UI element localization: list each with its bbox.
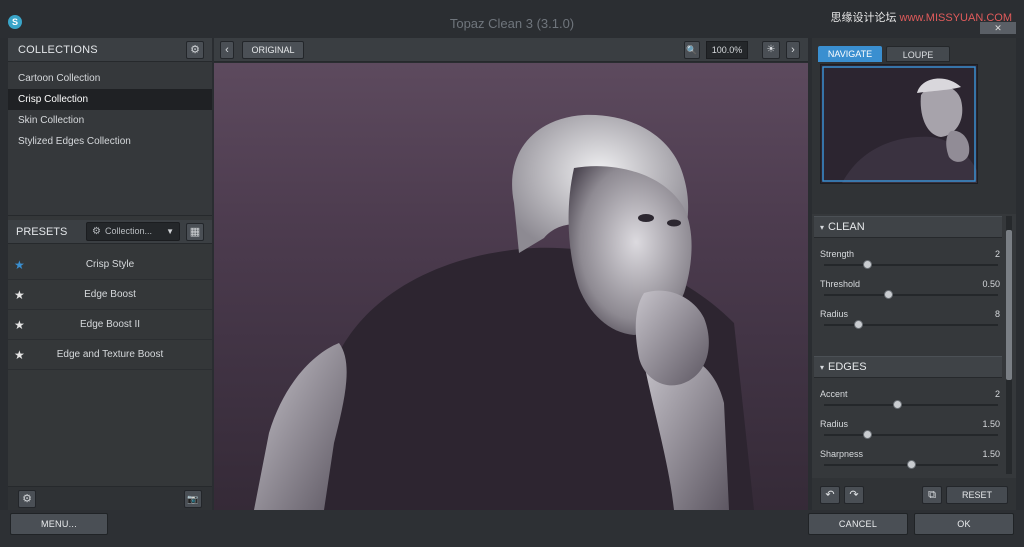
gear-icon: ⚙ [92,226,101,237]
slider-thumb[interactable] [892,400,902,409]
redo-icon[interactable]: ↷ [844,486,864,504]
slider-label: Radius [820,419,849,429]
presets-list: ★ Crisp Style ★ Edge Boost ★ Edge Boost … [8,250,212,370]
bottom-bar: MENU... CANCEL OK [0,510,1024,547]
preset-label: Edge Boost [84,289,136,300]
slider-strength: Strength 2 [820,246,1000,274]
slider-label: Sharpness [820,449,864,459]
slider-track[interactable] [824,294,998,296]
left-panel: COLLECTIONS ⚙ Cartoon Collection Crisp C… [8,38,212,510]
star-icon[interactable]: ★ [14,250,25,280]
preset-label: Crisp Style [85,259,135,270]
left-footer: ⚙ 📷 [8,486,212,510]
slider-thumb[interactable] [863,260,872,269]
portrait-photo [254,114,754,510]
preset-item-edge-boost[interactable]: ★ Edge Boost [8,280,212,310]
slider-radius-clean: Radius 8 [820,306,1000,334]
grid-view-icon[interactable]: ▦ [186,223,204,241]
reset-button[interactable]: RESET [946,486,1008,504]
collections-header: COLLECTIONS ⚙ [8,38,212,62]
lightbulb-icon[interactable]: ☀ [762,41,780,59]
chevron-down-icon: ▼ [166,227,174,236]
slider-thumb[interactable] [854,320,864,329]
slider-threshold: Threshold 0.50 [820,276,1000,304]
menu-button[interactable]: MENU... [10,513,108,535]
slider-label: Accent [820,389,848,399]
chevron-down-icon: ▾ [820,223,825,232]
adjustments-scrollbar[interactable] [1006,216,1012,474]
collections-settings-icon[interactable]: ⚙ [186,41,204,59]
right-panel: NAVIGATE LOUPE ▾ CLEAN Strength 2 Thresho… [812,38,1016,510]
collection-item-cartoon[interactable]: Cartoon Collection [8,68,212,89]
star-icon[interactable]: ★ [14,310,25,340]
collection-dropdown[interactable]: ⚙ Collection... ▼ [86,222,180,241]
collection-item-crisp[interactable]: Crisp Collection [8,89,212,110]
slider-track[interactable] [824,264,998,266]
preset-label: Edge and Texture Boost [56,349,164,360]
ok-button[interactable]: OK [914,513,1014,535]
preset-item-crisp-style[interactable]: ★ Crisp Style [8,250,212,280]
slider-value[interactable]: 0.50 [982,279,1000,289]
preset-item-edge-and-texture-boost[interactable]: ★ Edge and Texture Boost [8,340,212,370]
navigator-image [821,65,977,183]
gear-icon[interactable]: ⚙ [18,490,36,508]
slider-thumb[interactable] [863,430,872,439]
chevron-right-icon[interactable]: › [786,41,800,59]
collections-title: COLLECTIONS [18,44,98,56]
camera-icon[interactable]: 📷 [184,490,202,508]
image-preview[interactable] [214,63,808,510]
adjustments-panel: ▾ CLEAN Strength 2 Threshold 0.50 Radius … [812,214,1016,478]
chevron-left-icon[interactable]: ‹ [220,41,234,59]
slider-accent: Accent 2 [820,386,1000,414]
presets-title: PRESETS [16,226,68,238]
slider-track[interactable] [824,404,998,406]
preset-item-edge-boost-ii[interactable]: ★ Edge Boost II [8,310,212,340]
chevron-down-icon: ▾ [820,363,825,372]
section-title: CLEAN [828,221,865,233]
collections-list: Cartoon Collection Crisp Collection Skin… [8,62,212,216]
star-icon[interactable]: ★ [14,280,25,310]
tab-navigate[interactable]: NAVIGATE [818,46,882,62]
section-clean[interactable]: ▾ CLEAN [814,216,1002,238]
close-button[interactable]: ✕ [980,22,1016,34]
star-icon[interactable]: ★ [14,340,25,370]
collection-item-skin[interactable]: Skin Collection [8,110,212,131]
slider-value[interactable]: 8 [995,309,1000,319]
scrollbar-thumb[interactable] [1006,230,1012,380]
watermark-text: 思缘设计论坛 [830,12,897,24]
section-title: EDGES [828,361,867,373]
slider-track[interactable] [824,324,998,326]
slider-value[interactable]: 1.50 [982,449,1000,459]
slider-value[interactable]: 2 [995,389,1000,399]
search-icon[interactable]: 🔍 [684,41,700,59]
original-button[interactable]: ORIGINAL [242,41,304,59]
slider-thumb[interactable] [883,290,893,299]
section-edges[interactable]: ▾ EDGES [814,356,1002,378]
preview-toolbar: ‹ ORIGINAL 🔍 100.0% ☀ › [214,38,808,62]
slider-radius-edges: Radius 1.50 [820,416,1000,444]
slider-label: Radius [820,309,849,319]
preset-label: Edge Boost II [79,319,141,330]
presets-header: PRESETS ⚙ Collection... ▼ ▦ [8,220,212,244]
tab-loupe[interactable]: LOUPE [886,46,950,62]
slider-value[interactable]: 2 [995,249,1000,259]
navigator-thumbnail[interactable] [820,64,978,184]
title-bar: S Topaz Clean 3 (3.1.0) 思缘设计论坛 www.MISSY… [0,0,1024,38]
slider-thumb[interactable] [906,460,916,469]
cancel-button[interactable]: CANCEL [808,513,908,535]
collection-item-stylized-edges[interactable]: Stylized Edges Collection [8,131,212,152]
slider-label: Strength [820,249,855,259]
slider-sharpness: Sharpness 1.50 [820,446,1000,474]
slider-value[interactable]: 1.50 [982,419,1000,429]
stamp-icon[interactable]: ⧉ [922,486,942,504]
slider-track[interactable] [824,434,998,436]
right-footer: ↶ ↷ ⧉ RESET [812,482,1016,510]
zoom-level-field[interactable]: 100.0% [706,41,748,59]
collection-dropdown-value: Collection... [105,226,153,236]
slider-label: Threshold [820,279,861,289]
undo-icon[interactable]: ↶ [820,486,840,504]
